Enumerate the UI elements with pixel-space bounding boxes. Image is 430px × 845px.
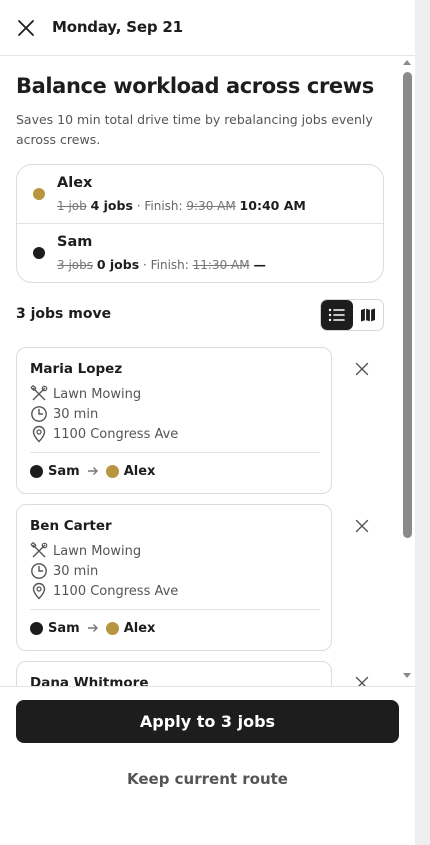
view-toggle [320, 299, 384, 331]
crew-row-sam: Sam 3 jobs 0 jobs · Finish: 11:30 AM — [17, 224, 383, 283]
scroll-down-arrow[interactable] [403, 673, 411, 678]
map-view-button[interactable] [353, 300, 383, 330]
job-address-text: 1100 Congress Ave [53, 426, 179, 442]
tools-icon [30, 385, 48, 401]
tools-icon [30, 542, 48, 558]
finish-label: · Finish: [136, 199, 183, 213]
old-finish-time: 11:30 AM [192, 258, 250, 272]
background-strip [415, 0, 430, 845]
job-duration: 30 min [30, 404, 98, 424]
from-crew: Sam [48, 620, 80, 636]
clock-icon [31, 406, 47, 422]
header-title: Monday, Sep 21 [52, 18, 183, 36]
close-icon[interactable] [16, 18, 36, 38]
to-crew-dot [105, 464, 119, 478]
crew-color-dot [33, 247, 45, 259]
job-address-text: 1100 Congress Ave [53, 583, 179, 599]
old-finish-time: 9:30 AM [186, 199, 236, 213]
dismiss-job-icon[interactable] [354, 518, 370, 534]
job-service: Lawn Mowing [30, 384, 141, 404]
page-subtitle: Saves 10 min total drive time by rebalan… [16, 112, 373, 147]
crew-name: Alex [57, 175, 93, 191]
scrollbar-thumb[interactable] [403, 72, 412, 538]
to-crew: Alex [123, 463, 156, 479]
apply-button[interactable]: Apply to 3 jobs [16, 700, 399, 743]
new-finish-time: — [253, 257, 266, 272]
footer-actions: Apply to 3 jobs Keep current route [0, 686, 415, 845]
job-duration-text: 30 min [53, 406, 99, 422]
new-job-count: 4 jobs [90, 198, 133, 213]
old-job-count: 3 jobs [57, 258, 93, 272]
list-view-button[interactable] [321, 300, 353, 330]
old-job-count: 1 job [57, 199, 87, 213]
arrow-right-icon [87, 623, 99, 633]
crew-stats: 1 job 4 jobs · Finish: 9:30 AM 10:40 AM [57, 198, 306, 213]
job-card[interactable]: Maria Lopez Lawn Mowing 30 min 1100 Cong… [16, 347, 332, 494]
job-card[interactable]: Ben Carter Lawn Mowing 30 min 1100 Congr… [16, 504, 332, 651]
job-customer-name: Dana Whitmore [30, 675, 149, 686]
scroll-up-arrow[interactable] [403, 60, 411, 65]
scroll-area[interactable]: Balance workload across crews Saves 10 m… [0, 56, 400, 686]
crew-reassignment: Sam Alex [30, 461, 155, 481]
job-duration: 30 min [30, 561, 98, 581]
job-service-text: Lawn Mowing [53, 543, 142, 559]
scrollbar[interactable] [400, 56, 415, 686]
map-icon [361, 308, 375, 322]
divider [30, 609, 320, 610]
jobs-move-label: 3 jobs move [16, 306, 112, 322]
job-customer-name: Ben Carter [30, 518, 112, 534]
job-duration-text: 30 min [53, 563, 99, 579]
crew-color-dot [33, 188, 45, 200]
crew-name: Sam [57, 234, 93, 250]
header: Monday, Sep 21 [0, 0, 415, 56]
location-pin-icon [32, 425, 46, 443]
finish-label: · Finish: [142, 258, 189, 272]
job-address: 1100 Congress Ave [30, 424, 178, 444]
crew-reassignment: Sam Alex [30, 618, 155, 638]
from-crew: Sam [48, 463, 80, 479]
crew-row-alex: Alex 1 job 4 jobs · Finish: 9:30 AM 10:4… [17, 165, 383, 224]
job-service-text: Lawn Mowing [53, 386, 142, 402]
arrow-right-icon [87, 466, 99, 476]
crew-stats: 3 jobs 0 jobs · Finish: 11:30 AM — [57, 257, 266, 272]
page-title: Balance workload across crews [16, 74, 374, 98]
job-address: 1100 Congress Ave [30, 581, 178, 601]
dismiss-job-icon[interactable] [354, 361, 370, 377]
crew-summary-card: Alex 1 job 4 jobs · Finish: 9:30 AM 10:4… [16, 164, 384, 283]
dismiss-job-icon[interactable] [354, 675, 370, 686]
divider [30, 452, 320, 453]
to-crew: Alex [123, 620, 156, 636]
location-pin-icon [32, 582, 46, 600]
list-icon [328, 308, 345, 322]
clock-icon [31, 563, 47, 579]
to-crew-dot [105, 621, 119, 635]
new-job-count: 0 jobs [96, 257, 140, 272]
new-finish-time: 10:40 AM [239, 198, 306, 213]
job-service: Lawn Mowing [30, 541, 141, 561]
job-card[interactable]: Dana Whitmore [16, 661, 332, 686]
from-crew-dot [30, 464, 43, 478]
keep-current-route-button[interactable]: Keep current route [16, 761, 399, 797]
route-panel: Monday, Sep 21 Balance workload across c… [0, 0, 415, 845]
job-customer-name: Maria Lopez [30, 361, 123, 377]
from-crew-dot [30, 621, 43, 635]
